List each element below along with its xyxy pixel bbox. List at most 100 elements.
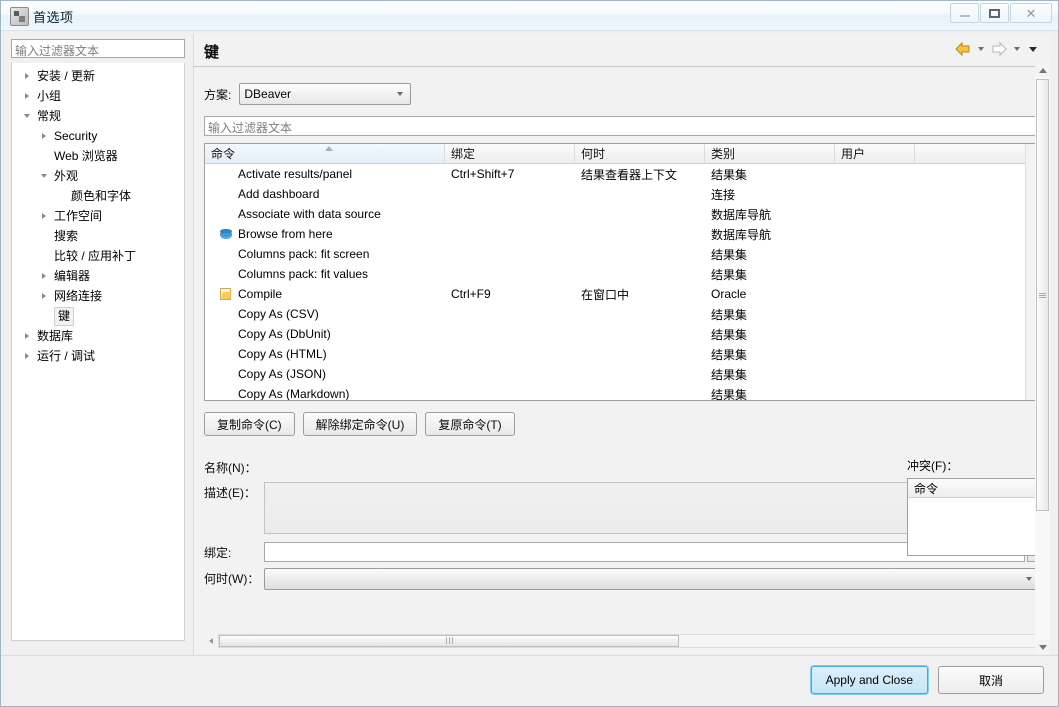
hscroll-thumb[interactable] — [219, 634, 679, 647]
cell-text: Columns pack: fit values — [238, 267, 369, 281]
forward-dropdown-icon[interactable] — [1014, 47, 1020, 51]
unbind-command-button[interactable]: 解除绑定命令(U) — [302, 412, 418, 436]
table-row[interactable]: Copy As (CSV) 结果集 — [205, 304, 1041, 324]
close-button[interactable]: ✕ — [1010, 3, 1052, 23]
sidebar-item-3[interactable]: Security — [12, 126, 184, 146]
chevron-right-icon[interactable] — [37, 266, 51, 286]
sidebar-item-label: 小组 — [37, 89, 62, 103]
restore-command-button[interactable]: 复原命令(T) — [425, 412, 515, 436]
command-action-buttons: 复制命令(C) 解除绑定命令(U) 复原命令(T) — [204, 412, 515, 436]
table-row[interactable]: Columns pack: fit values 结果集 — [205, 264, 1041, 284]
chevron-right-icon[interactable] — [20, 86, 34, 106]
forward-arrow-icon[interactable] — [990, 41, 1008, 57]
footer-buttons: Apply and Close 取消 — [810, 666, 1044, 694]
chevron-down-icon[interactable] — [20, 106, 34, 126]
copy-command-button[interactable]: 复制命令(C) — [204, 412, 295, 436]
grip-line — [1039, 296, 1046, 298]
table-cell: Associate with data source — [205, 206, 445, 222]
grip-line — [448, 637, 450, 644]
pane-nav-buttons — [954, 41, 1040, 57]
horizontal-scrollbar[interactable] — [204, 633, 1042, 648]
table-row[interactable]: Compile Ctrl+F9 在窗口中 Oracle — [205, 284, 1041, 304]
table-body[interactable]: Activate results/panel Ctrl+Shift+7 结果查看器上… — [205, 164, 1041, 401]
table-row[interactable]: Activate results/panel Ctrl+Shift+7 结果查看器上… — [205, 164, 1041, 184]
table-row[interactable]: Copy As (Markdown) 结果集 — [205, 384, 1041, 401]
keys-filter-input[interactable]: 输入过滤器文本 — [204, 116, 1042, 136]
vscroll-thumb[interactable] — [1036, 79, 1049, 511]
back-dropdown-icon[interactable] — [978, 47, 984, 51]
sort-ascending-icon — [324, 146, 333, 151]
table-cell: 数据库导航 — [711, 227, 772, 242]
scheme-select[interactable]: DBeaver — [239, 83, 412, 105]
dialog-footer: Apply and Close 取消 — [1, 655, 1058, 706]
description-label: 描述(E)： — [204, 486, 256, 500]
hscroll-track[interactable] — [218, 633, 1042, 648]
chevron-right-icon[interactable] — [37, 286, 51, 306]
column-header-5[interactable] — [915, 144, 1033, 163]
column-header-3[interactable]: 类别 — [705, 144, 835, 163]
cancel-button[interactable]: 取消 — [938, 666, 1044, 694]
table-cell: 结果集 — [711, 247, 748, 262]
hscroll-left-button[interactable] — [204, 633, 218, 648]
chevron-down-icon[interactable] — [37, 166, 51, 186]
vscroll-track[interactable] — [1035, 77, 1050, 640]
sidebar-filter-input[interactable]: 输入过滤器文本 — [11, 39, 185, 58]
sidebar-item-1[interactable]: 小组 — [12, 86, 184, 106]
pane-header: 键 — [194, 34, 1050, 67]
sidebar-item-label: 编辑器 — [54, 269, 91, 283]
minimize-button[interactable] — [950, 3, 979, 23]
table-row[interactable]: Add dashboard 连接 — [205, 184, 1041, 204]
database-icon — [218, 226, 234, 242]
sidebar-item-13[interactable]: 数据库 — [12, 326, 184, 346]
table-row[interactable]: Browse from here 数据库导航 — [205, 224, 1041, 244]
document-icon — [218, 286, 234, 302]
column-header-2[interactable]: 何时 — [575, 144, 705, 163]
page-vertical-scrollbar[interactable] — [1035, 63, 1050, 654]
grip-line — [451, 637, 453, 644]
sidebar-item-14[interactable]: 运行 / 调试 — [12, 346, 184, 366]
sidebar-item-11[interactable]: 网络连接 — [12, 286, 184, 306]
column-header-4[interactable]: 用户 — [835, 144, 915, 163]
when-select[interactable] — [264, 568, 1042, 590]
chevron-right-icon[interactable] — [37, 126, 51, 146]
vscroll-down-button[interactable] — [1035, 640, 1050, 654]
chevron-right-icon[interactable] — [37, 206, 51, 226]
cell-text: Columns pack: fit screen — [238, 247, 370, 261]
chevron-right-icon[interactable] — [20, 66, 34, 86]
sidebar-item-2[interactable]: 常规 — [12, 106, 184, 126]
table-row[interactable]: Columns pack: fit screen 结果集 — [205, 244, 1041, 264]
sidebar-item-12[interactable]: 键 — [12, 306, 184, 326]
sidebar-item-0[interactable]: 安装 / 更新 — [12, 66, 184, 86]
column-header-label: 类别 — [711, 147, 736, 161]
column-header-0[interactable]: 命令 — [205, 144, 445, 163]
maximize-button[interactable] — [980, 3, 1009, 23]
grip-line — [1039, 292, 1046, 294]
cell-text: Activate results/panel — [238, 167, 353, 181]
view-menu-icon[interactable] — [1029, 46, 1037, 52]
sidebar-item-6[interactable]: 颜色和字体 — [12, 186, 184, 206]
table-row[interactable]: Copy As (DbUnit) 结果集 — [205, 324, 1041, 344]
column-header-1[interactable]: 绑定 — [445, 144, 575, 163]
table-cell: Browse from here — [205, 226, 445, 242]
preferences-tree[interactable]: 安装 / 更新小组常规 Security Web 浏览器 外观 颜色和字体 工作空间 搜索比… — [11, 63, 185, 641]
sidebar-item-5[interactable]: 外观 — [12, 166, 184, 186]
sidebar-item-9[interactable]: 比较 / 应用补丁 — [12, 246, 184, 266]
table-row[interactable]: Copy As (HTML) 结果集 — [205, 344, 1041, 364]
sidebar-item-4[interactable]: Web 浏览器 — [12, 146, 184, 166]
chevron-right-icon[interactable] — [20, 346, 34, 366]
vscroll-up-button[interactable] — [1035, 63, 1050, 77]
sidebar-item-7[interactable]: 工作空间 — [12, 206, 184, 226]
sidebar-item-8[interactable]: 搜索 — [12, 226, 184, 246]
apply-and-close-button[interactable]: Apply and Close — [810, 666, 928, 694]
window-controls: ✕ — [950, 3, 1052, 23]
table-row[interactable]: Copy As (JSON) 结果集 — [205, 364, 1041, 384]
chevron-right-icon[interactable] — [20, 326, 34, 346]
back-arrow-icon[interactable] — [954, 41, 972, 57]
key-bindings-table[interactable]: 命令 绑定 何时 类别 用户 Activate results/panel Ctrl+Sh… — [204, 143, 1042, 401]
arrow-down-icon — [1038, 644, 1047, 650]
column-header-label: 绑定 — [451, 147, 476, 161]
sidebar-item-10[interactable]: 编辑器 — [12, 266, 184, 286]
table-row[interactable]: Associate with data source 数据库导航 — [205, 204, 1041, 224]
conflicts-list[interactable]: 命令 — [907, 478, 1042, 556]
table-cell: 结果集 — [711, 387, 748, 401]
